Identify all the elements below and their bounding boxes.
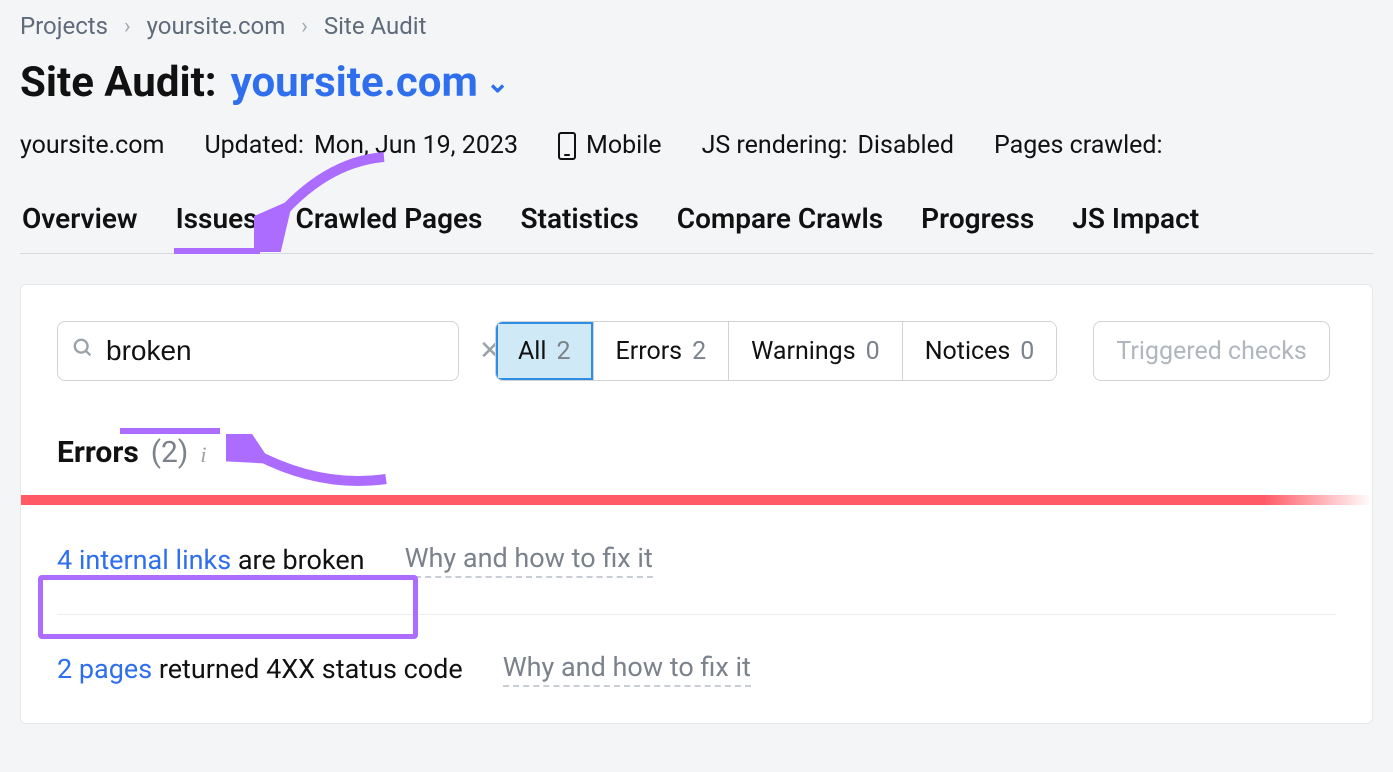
chevron-down-icon[interactable]: ⌄ <box>486 66 509 99</box>
filter-warnings[interactable]: Warnings 0 <box>728 322 902 380</box>
meta-js-value: Disabled <box>858 131 954 160</box>
issue-text: 4 internal links are broken <box>57 544 365 576</box>
breadcrumb: Projects › yoursite.com › Site Audit <box>20 12 1373 40</box>
filter-notices-count: 0 <box>1020 337 1034 366</box>
issue-row: 4 internal links are broken Why and how … <box>57 506 1336 614</box>
filter-notices[interactable]: Notices 0 <box>902 322 1057 380</box>
filter-errors-label: Errors <box>616 337 683 366</box>
fix-hint-link[interactable]: Why and how to fix it <box>503 651 751 687</box>
issue-rest: are broken <box>231 544 364 576</box>
page-title: Site Audit: yoursite.com ⌄ <box>20 58 1373 107</box>
tab-issues[interactable]: Issues <box>174 202 260 253</box>
issue-row: 2 pages returned 4XX status code Why and… <box>57 614 1336 723</box>
page-title-domain[interactable]: yoursite.com <box>231 58 478 107</box>
fix-hint-link[interactable]: Why and how to fix it <box>405 542 653 578</box>
meta-updated-value: Mon, Jun 19, 2023 <box>314 131 518 160</box>
meta-domain: yoursite.com <box>20 131 164 160</box>
meta-device: Mobile <box>558 131 662 160</box>
search-input[interactable] <box>106 335 467 367</box>
meta-pages-crawled: Pages crawled: <box>994 131 1163 160</box>
issue-link[interactable]: 2 pages <box>57 653 152 685</box>
page-title-label: Site Audit: <box>20 58 217 107</box>
issue-text: 2 pages returned 4XX status code <box>57 653 463 685</box>
filter-all-count: 2 <box>556 337 570 366</box>
issue-link[interactable]: 4 internal links <box>57 544 231 576</box>
chevron-right-icon: › <box>301 14 308 39</box>
meta-js-rendering: JS rendering: Disabled <box>702 131 954 160</box>
tab-overview[interactable]: Overview <box>20 202 140 253</box>
filter-warnings-label: Warnings <box>751 337 855 366</box>
issue-rest: returned 4XX status code <box>152 653 463 685</box>
breadcrumb-section[interactable]: Site Audit <box>324 12 427 40</box>
filter-notices-label: Notices <box>925 337 1011 366</box>
filter-all[interactable]: All 2 <box>496 322 593 380</box>
tab-crawled-pages[interactable]: Crawled Pages <box>294 202 485 253</box>
tab-progress[interactable]: Progress <box>919 202 1036 253</box>
errors-heading-count: (2) <box>151 435 189 470</box>
meta-pages-label: Pages crawled: <box>994 131 1163 160</box>
meta-device-label: Mobile <box>586 131 662 160</box>
filter-warnings-count: 0 <box>866 337 880 366</box>
filter-errors-count: 2 <box>692 337 706 366</box>
tabs: Overview Issues Crawled Pages Statistics… <box>20 202 1373 254</box>
triggered-checks-button[interactable]: Triggered checks <box>1093 321 1329 381</box>
tab-compare-crawls[interactable]: Compare Crawls <box>675 202 885 253</box>
filter-errors[interactable]: Errors 2 <box>593 322 729 380</box>
issues-panel: ✕ All 2 Errors 2 Warnings 0 Notices 0 <box>20 284 1373 724</box>
mobile-icon <box>558 132 576 160</box>
tab-statistics[interactable]: Statistics <box>518 202 640 253</box>
meta-updated-label: Updated: <box>204 131 304 160</box>
filter-group: All 2 Errors 2 Warnings 0 Notices 0 <box>495 321 1057 381</box>
meta-updated: Updated: Mon, Jun 19, 2023 <box>204 131 518 160</box>
issues-list: 4 internal links are broken Why and how … <box>57 506 1336 723</box>
section-divider <box>21 495 1372 505</box>
search-box: ✕ <box>57 321 459 381</box>
tab-js-impact[interactable]: JS Impact <box>1070 202 1201 253</box>
errors-heading-label: Errors <box>57 435 139 470</box>
meta-row: yoursite.com Updated: Mon, Jun 19, 2023 … <box>20 131 1373 160</box>
search-icon <box>72 337 94 365</box>
filter-all-label: All <box>518 337 546 366</box>
chevron-right-icon: › <box>124 14 131 39</box>
errors-heading: Errors (2) i <box>57 435 1336 470</box>
breadcrumb-domain[interactable]: yoursite.com <box>147 12 286 40</box>
meta-js-label: JS rendering: <box>702 131 848 160</box>
breadcrumb-projects[interactable]: Projects <box>20 12 108 40</box>
info-icon[interactable]: i <box>200 442 222 464</box>
